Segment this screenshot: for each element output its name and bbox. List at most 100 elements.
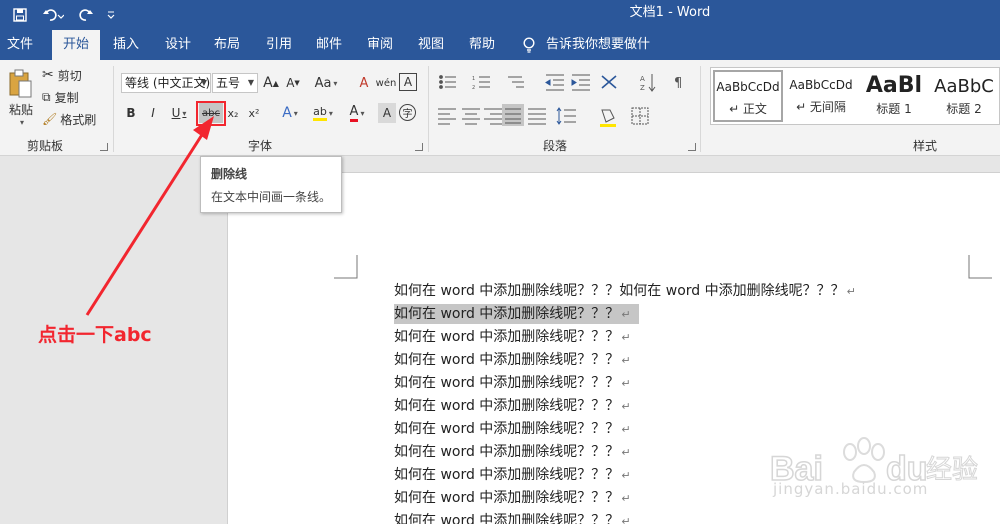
tooltip-title: 删除线 bbox=[211, 167, 248, 181]
justify-icon bbox=[502, 104, 524, 126]
clear-formatting-button[interactable]: A bbox=[354, 73, 374, 93]
paragraph-line[interactable]: 如何在 word 中添加删除线呢？？？如何在 word 中添加删除线呢？？？ ↵ bbox=[394, 281, 856, 301]
phonetic-guide-button[interactable]: wén bbox=[376, 73, 397, 93]
divider bbox=[700, 66, 701, 152]
copy-icon: ⧉ bbox=[42, 89, 51, 104]
line-text: 如何在 word 中添加删除线呢？？？ bbox=[394, 306, 620, 322]
paragraph-line[interactable]: 如何在 word 中添加删除线呢？？？ ↵ bbox=[394, 488, 631, 508]
subscript-button[interactable]: x₂ bbox=[224, 103, 242, 123]
underline-button[interactable]: U ▾ bbox=[166, 103, 192, 123]
style-heading-1[interactable]: AaBl 标题 1 bbox=[859, 70, 929, 122]
tab-view[interactable]: 视图 bbox=[411, 30, 451, 60]
style-sample: AaBbCcDd bbox=[716, 80, 780, 94]
paragraph-mark-icon: ↵ bbox=[621, 331, 631, 344]
font-size-value: 五号 bbox=[216, 76, 241, 90]
style-no-spacing[interactable]: AaBbCcDd ↵ 无间隔 bbox=[786, 70, 856, 122]
svg-text:2: 2 bbox=[472, 85, 475, 91]
shrink-font-button[interactable]: A ▼ bbox=[284, 73, 302, 93]
tab-file[interactable]: 文件 bbox=[0, 30, 40, 60]
divider bbox=[428, 66, 429, 152]
crop-mark-icon bbox=[334, 255, 358, 279]
highlight-button[interactable]: ab ▾ bbox=[308, 103, 338, 123]
subscript-icon: x₂ bbox=[227, 106, 239, 120]
format-painter-label: 格式刷 bbox=[60, 112, 97, 127]
svg-text:Z: Z bbox=[640, 84, 645, 92]
window-title: 文档1 - Word bbox=[629, 5, 711, 20]
paragraph-line[interactable]: 如何在 word 中添加删除线呢？？？ ↵ bbox=[394, 396, 631, 416]
align-center-icon bbox=[462, 108, 480, 125]
lightbulb-icon bbox=[523, 37, 535, 53]
divider bbox=[113, 66, 114, 152]
font-color-button[interactable]: A ▾ bbox=[342, 103, 372, 123]
show-marks-icon: ¶ bbox=[674, 76, 682, 91]
tab-review[interactable]: 审阅 bbox=[360, 30, 400, 60]
style-sample: AaBbCcDd bbox=[789, 78, 853, 92]
chinese-layout-icon bbox=[601, 75, 617, 89]
sort-icon: AZ bbox=[640, 74, 656, 92]
paragraph-line-selected[interactable]: 如何在 word 中添加删除线呢？？？ ↵ bbox=[394, 304, 639, 324]
increase-indent-icon bbox=[571, 74, 590, 91]
svg-text:A: A bbox=[640, 75, 645, 83]
paragraph-mark-icon: ↵ bbox=[621, 377, 631, 390]
character-shading-button[interactable]: A bbox=[378, 103, 396, 123]
paragraph-mark-icon: ↵ bbox=[621, 515, 631, 524]
format-painter-button[interactable]: 🖌 格式刷 bbox=[42, 110, 100, 128]
character-border-button[interactable]: A bbox=[399, 73, 417, 91]
annotation-highlight-box bbox=[196, 101, 226, 126]
borders-icon bbox=[631, 107, 649, 125]
title-bar: 文档1 - Word bbox=[0, 0, 1000, 30]
style-heading-2[interactable]: AaBbC 标题 2 bbox=[929, 70, 999, 122]
paste-button[interactable]: 粘贴 ▾ bbox=[5, 66, 37, 130]
svg-text:经验: 经验 bbox=[926, 455, 978, 485]
paragraph-line[interactable]: 如何在 word 中添加删除线呢？？？ ↵ bbox=[394, 511, 631, 524]
paragraph-launcher-icon[interactable] bbox=[688, 143, 696, 151]
paragraph-controls[interactable]: 12 AZ ¶ bbox=[436, 72, 696, 128]
tab-references[interactable]: 引用 bbox=[259, 30, 299, 60]
text-effects-icon: A bbox=[282, 105, 292, 121]
multilevel-list-icon bbox=[508, 76, 524, 88]
enclose-characters-button[interactable]: 字 bbox=[399, 104, 416, 121]
style-normal[interactable]: AaBbCcDd ↵ 正文 bbox=[713, 70, 783, 122]
paragraph-line[interactable]: 如何在 word 中添加删除线呢？？？ ↵ bbox=[394, 373, 631, 393]
tell-me-search[interactable]: 告诉我你想要做什么 bbox=[546, 30, 660, 82]
line-text: 如何在 word 中添加删除线呢？？？ bbox=[394, 490, 620, 506]
paragraph-line[interactable]: 如何在 word 中添加删除线呢？？？ ↵ bbox=[394, 419, 631, 439]
paragraph-line[interactable]: 如何在 word 中添加删除线呢？？？ ↵ bbox=[394, 350, 631, 370]
chevron-down-icon: ▾ bbox=[328, 108, 333, 118]
style-name: 标题 1 bbox=[876, 102, 912, 116]
change-case-button[interactable]: Aa ▾ bbox=[310, 73, 342, 93]
paragraph-line[interactable]: 如何在 word 中添加删除线呢？？？ ↵ bbox=[394, 442, 631, 462]
copy-label: 复制 bbox=[54, 90, 79, 105]
font-color-icon: A bbox=[349, 104, 359, 122]
superscript-button[interactable]: x² bbox=[245, 103, 263, 123]
styles-gallery[interactable]: AaBbCcDd ↵ 正文 AaBbCcDd ↵ 无间隔 AaBl 标题 1 A… bbox=[710, 67, 1000, 125]
crop-mark-icon bbox=[968, 255, 992, 279]
numbering-icon: 12 bbox=[472, 76, 490, 91]
tab-layout[interactable]: 布局 bbox=[207, 30, 247, 60]
tab-mailings[interactable]: 邮件 bbox=[309, 30, 349, 60]
font-name-select[interactable]: 等线 (中文正文) ▼ bbox=[121, 73, 211, 93]
clipboard-group-label: 剪贴板 bbox=[26, 139, 63, 153]
font-launcher-icon[interactable] bbox=[415, 143, 423, 151]
bold-button[interactable]: B bbox=[122, 103, 140, 123]
paragraph-line[interactable]: 如何在 word 中添加删除线呢？？？ ↵ bbox=[394, 465, 631, 485]
annotation-text: 点击一下abc bbox=[38, 324, 152, 346]
tab-home[interactable]: 开始 bbox=[52, 30, 100, 60]
font-size-select[interactable]: 五号 ▼ bbox=[212, 73, 258, 93]
align-left-icon bbox=[438, 108, 456, 125]
tab-insert[interactable]: 插入 bbox=[106, 30, 146, 60]
cut-button[interactable]: ✂ 剪切 bbox=[42, 66, 92, 84]
text-effects-button[interactable]: A ▾ bbox=[276, 103, 304, 123]
line-text: 如何在 word 中添加删除线呢？？？ bbox=[394, 467, 620, 483]
paste-icon bbox=[9, 69, 32, 98]
italic-button[interactable]: I bbox=[144, 103, 162, 123]
clipboard-launcher-icon[interactable] bbox=[100, 143, 108, 151]
tab-design[interactable]: 设计 bbox=[158, 30, 198, 60]
tab-help[interactable]: 帮助 bbox=[462, 30, 502, 60]
copy-button[interactable]: ⧉ 复制 bbox=[42, 88, 92, 106]
paragraph-line[interactable]: 如何在 word 中添加删除线呢？？？ ↵ bbox=[394, 327, 631, 347]
chevron-down-icon: ▼ bbox=[200, 78, 207, 87]
grow-font-button[interactable]: A ▲ bbox=[262, 73, 280, 93]
distributed-icon bbox=[528, 108, 546, 125]
paste-label: 粘贴 bbox=[8, 103, 33, 117]
